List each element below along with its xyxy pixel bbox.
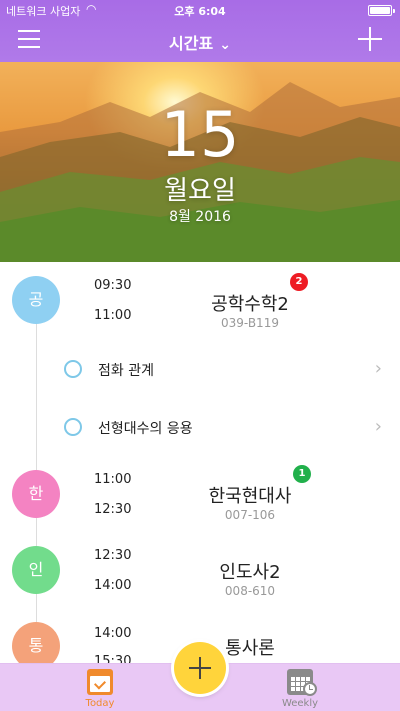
- timetable-selector[interactable]: 시간표 ⌄: [0, 30, 400, 54]
- hero-month-year: 8월 2016: [169, 209, 231, 225]
- add-floating-button[interactable]: [174, 642, 226, 694]
- task-label: 선형대수의 응용: [98, 421, 193, 437]
- status-time: 오후 6:04: [174, 5, 226, 18]
- class-end-time: 15:30: [94, 654, 132, 663]
- task-checkbox[interactable]: [64, 418, 82, 436]
- class-initial-badge: 통: [12, 622, 60, 663]
- hero-day: 15: [160, 98, 240, 171]
- task-count-badge: 2: [290, 273, 308, 291]
- chevron-right-icon: ›: [374, 416, 382, 437]
- page-title: 시간표: [169, 34, 214, 53]
- tab-today[interactable]: Today: [60, 664, 140, 711]
- class-end-time: 11:00: [94, 308, 132, 323]
- class-start-time: 12:30: [94, 548, 132, 563]
- hero-weekday: 월요일: [164, 176, 236, 206]
- chevron-down-icon: ⌄: [219, 37, 231, 53]
- add-button[interactable]: [358, 27, 382, 51]
- date-hero: 15 월요일 8월 2016: [0, 62, 400, 262]
- task-item[interactable]: 선형대수의 응용 ›: [0, 398, 400, 456]
- class-room: 039-B119: [221, 316, 279, 330]
- status-bar: 네트워크 사업자 ◠ 오후 6:04: [0, 0, 400, 20]
- class-start-time: 14:00: [94, 626, 132, 641]
- clock-icon: [303, 682, 317, 696]
- tab-today-label: Today: [85, 698, 115, 709]
- class-name: 한국현대사: [208, 486, 292, 507]
- tab-weekly[interactable]: Weekly: [260, 664, 340, 711]
- task-checkbox[interactable]: [64, 360, 82, 378]
- class-start-time: 09:30: [94, 278, 132, 293]
- chevron-right-icon: ›: [374, 358, 382, 379]
- tab-weekly-label: Weekly: [281, 698, 319, 709]
- class-timeline: 공 09:30 11:00 공학수학2 039-B119 2 점화 관계 › 선…: [0, 262, 400, 663]
- class-start-time: 11:00: [94, 472, 132, 487]
- class-initial-badge: 공: [12, 276, 60, 324]
- class-row[interactable]: 공 09:30 11:00 공학수학2 039-B119 2: [0, 262, 400, 338]
- class-initial-badge: 인: [12, 546, 60, 594]
- class-room: 007-106: [224, 508, 276, 522]
- task-item[interactable]: 점화 관계 ›: [0, 340, 400, 398]
- task-label: 점화 관계: [98, 363, 154, 379]
- task-count-badge: 1: [293, 465, 311, 483]
- class-room: 008-610: [224, 584, 276, 598]
- class-row[interactable]: 한 11:00 12:30 한국현대사 007-106 1: [0, 458, 400, 534]
- battery-icon: [368, 5, 395, 16]
- class-name: 공학수학2: [211, 294, 289, 315]
- top-bar: 네트워크 사업자 ◠ 오후 6:04 시간표 ⌄: [0, 0, 400, 62]
- class-end-time: 14:00: [94, 578, 132, 593]
- class-row[interactable]: 인 12:30 14:00 인도사2 008-610: [0, 534, 400, 610]
- class-end-time: 12:30: [94, 502, 132, 517]
- class-name: 인도사2: [219, 562, 281, 583]
- class-initial-badge: 한: [12, 470, 60, 518]
- calendar-check-icon: [87, 669, 113, 695]
